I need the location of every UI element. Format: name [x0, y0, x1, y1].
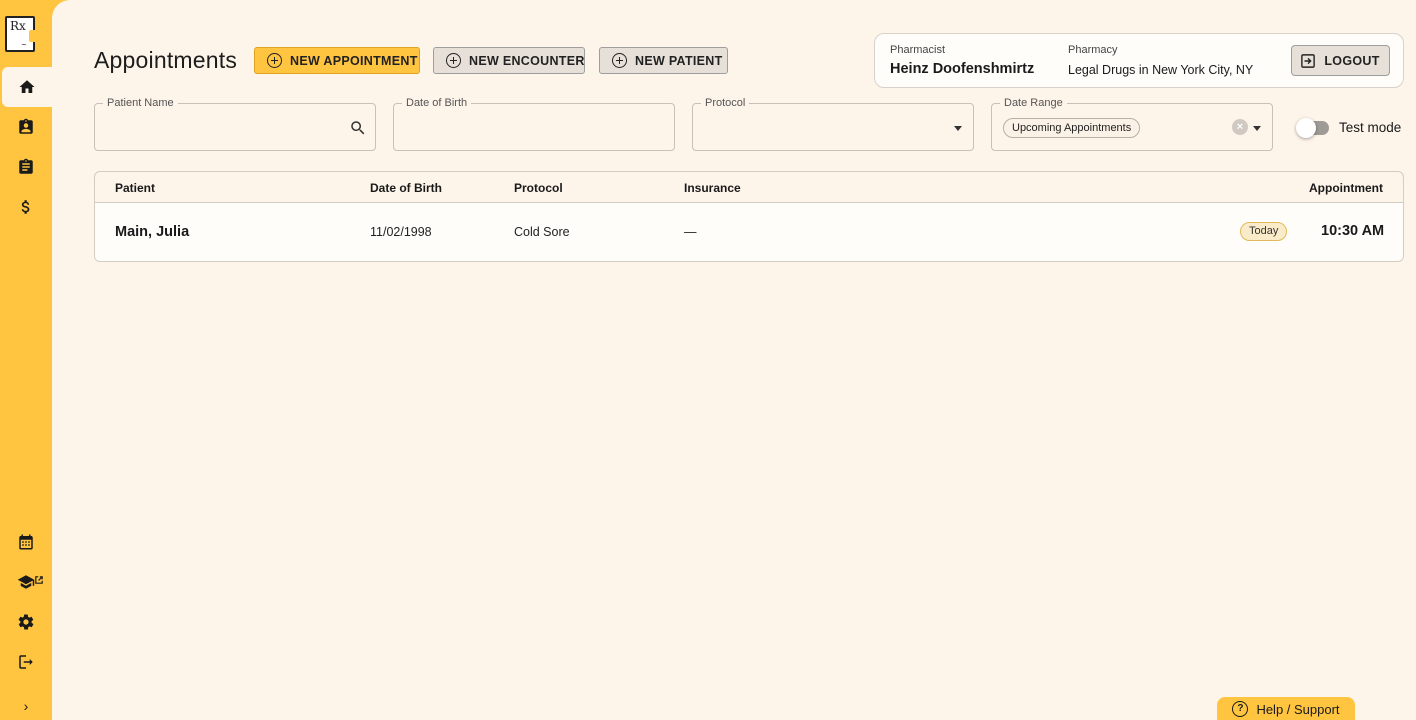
today-badge: Today	[1240, 222, 1288, 241]
new-appointment-label: NEW APPOINTMENT	[290, 53, 418, 68]
sidebar-expand-button[interactable]: ›	[0, 696, 52, 716]
date-of-birth-field: Date of Birth	[393, 96, 675, 151]
column-header-insurance[interactable]: Insurance	[684, 181, 741, 195]
new-encounter-button[interactable]: NEW ENCOUNTER	[433, 47, 585, 74]
plus-circle-icon	[267, 53, 282, 68]
new-patient-button[interactable]: NEW PATIENT	[599, 47, 728, 74]
appointment-time-cell: 10:30 AM	[1321, 223, 1385, 239]
sidebar-item-encounters[interactable]	[0, 147, 52, 187]
dropdown-caret-icon	[954, 126, 962, 131]
protocol-label: Protocol	[701, 96, 750, 110]
protocol-select[interactable]: Protocol	[692, 96, 974, 151]
date-of-birth-label: Date of Birth	[402, 96, 472, 110]
sidebar-item-billing[interactable]	[0, 187, 52, 227]
column-header-patient[interactable]: Patient	[115, 181, 155, 195]
gear-icon	[18, 614, 34, 630]
clear-icon[interactable]: ×	[1232, 119, 1248, 135]
appointments-table: Patient Date of Birth Protocol Insurance…	[94, 171, 1404, 262]
help-support-label: Help / Support	[1256, 701, 1340, 717]
plus-circle-icon	[612, 53, 627, 68]
help-support-button[interactable]: ? Help / Support	[1217, 697, 1355, 720]
new-patient-label: NEW PATIENT	[635, 53, 723, 68]
logout-icon	[1301, 53, 1316, 68]
main-content: Appointments NEW APPOINTMENT NEW ENCOUNT…	[52, 0, 1416, 720]
date-of-birth-cell: 11/02/1998	[370, 225, 432, 239]
sidebar-item-calendar[interactable]	[0, 522, 52, 562]
pharmacy-label: Pharmacy	[1068, 44, 1118, 56]
logo-accent	[29, 30, 39, 42]
external-link-icon	[35, 571, 43, 584]
column-header-protocol[interactable]: Protocol	[514, 181, 563, 195]
app-logo: Rx ~	[5, 16, 39, 52]
user-info-card: Pharmacist Heinz Doofenshmirtz Pharmacy …	[874, 33, 1404, 88]
new-appointment-button[interactable]: NEW APPOINTMENT	[254, 47, 420, 74]
insurance-cell: —	[684, 225, 697, 239]
date-of-birth-input[interactable]	[404, 118, 634, 138]
patient-name-field: Patient Name	[94, 96, 376, 151]
table-header: Patient Date of Birth Protocol Insurance…	[95, 172, 1403, 203]
app-window: Rx ~ › Appointments NEW APPOINTMENT NEW …	[0, 0, 1416, 720]
dollar-icon	[21, 200, 30, 214]
logo-scribble: ~	[21, 41, 27, 49]
patient-name-label: Patient Name	[103, 96, 178, 110]
date-range-label: Date Range	[1000, 96, 1067, 110]
patient-name-cell: Main, Julia	[115, 224, 190, 240]
graduation-cap-icon	[17, 575, 35, 589]
pharmacist-name: Heinz Doofenshmirtz	[890, 61, 1035, 77]
page-title: Appointments	[94, 47, 238, 73]
dropdown-caret-icon	[1253, 126, 1261, 131]
patient-name-input[interactable]	[105, 118, 335, 138]
test-mode-toggle[interactable]	[1296, 118, 1329, 138]
date-range-chip[interactable]: Upcoming Appointments	[1003, 118, 1141, 138]
logout-button[interactable]: LOGOUT	[1291, 45, 1390, 76]
toggle-knob	[1296, 118, 1316, 138]
table-row[interactable]: Main, Julia 11/02/1998 Cold Sore — Today…	[95, 203, 1403, 261]
logout-icon	[19, 655, 33, 669]
plus-circle-icon	[446, 53, 461, 68]
sidebar-item-patients[interactable]	[0, 107, 52, 147]
logo-text: Rx	[10, 19, 26, 33]
clipboard-icon	[19, 158, 33, 174]
search-icon[interactable]	[349, 119, 367, 137]
sidebar-item-signout[interactable]	[0, 642, 52, 682]
column-header-appointment[interactable]: Appointment	[1309, 181, 1383, 195]
sidebar: Rx ~ ›	[0, 0, 52, 720]
new-encounter-label: NEW ENCOUNTER	[469, 53, 585, 68]
pharmacist-label: Pharmacist	[890, 44, 946, 56]
help-icon: ?	[1232, 701, 1249, 717]
patient-badge-icon	[19, 118, 33, 134]
logout-label: LOGOUT	[1324, 53, 1380, 68]
sidebar-item-learning[interactable]	[0, 562, 52, 602]
calendar-icon	[19, 534, 33, 550]
home-icon	[19, 80, 35, 93]
pharmacy-name: Legal Drugs in New York City, NY	[1068, 63, 1254, 77]
test-mode-label: Test mode	[1339, 120, 1402, 135]
sidebar-item-settings[interactable]	[0, 602, 52, 642]
column-header-date-of-birth[interactable]: Date of Birth	[370, 181, 442, 195]
date-range-select[interactable]: Date Range Upcoming Appointments ×	[991, 96, 1273, 151]
sidebar-item-home[interactable]	[2, 67, 52, 107]
protocol-cell: Cold Sore	[514, 225, 570, 239]
